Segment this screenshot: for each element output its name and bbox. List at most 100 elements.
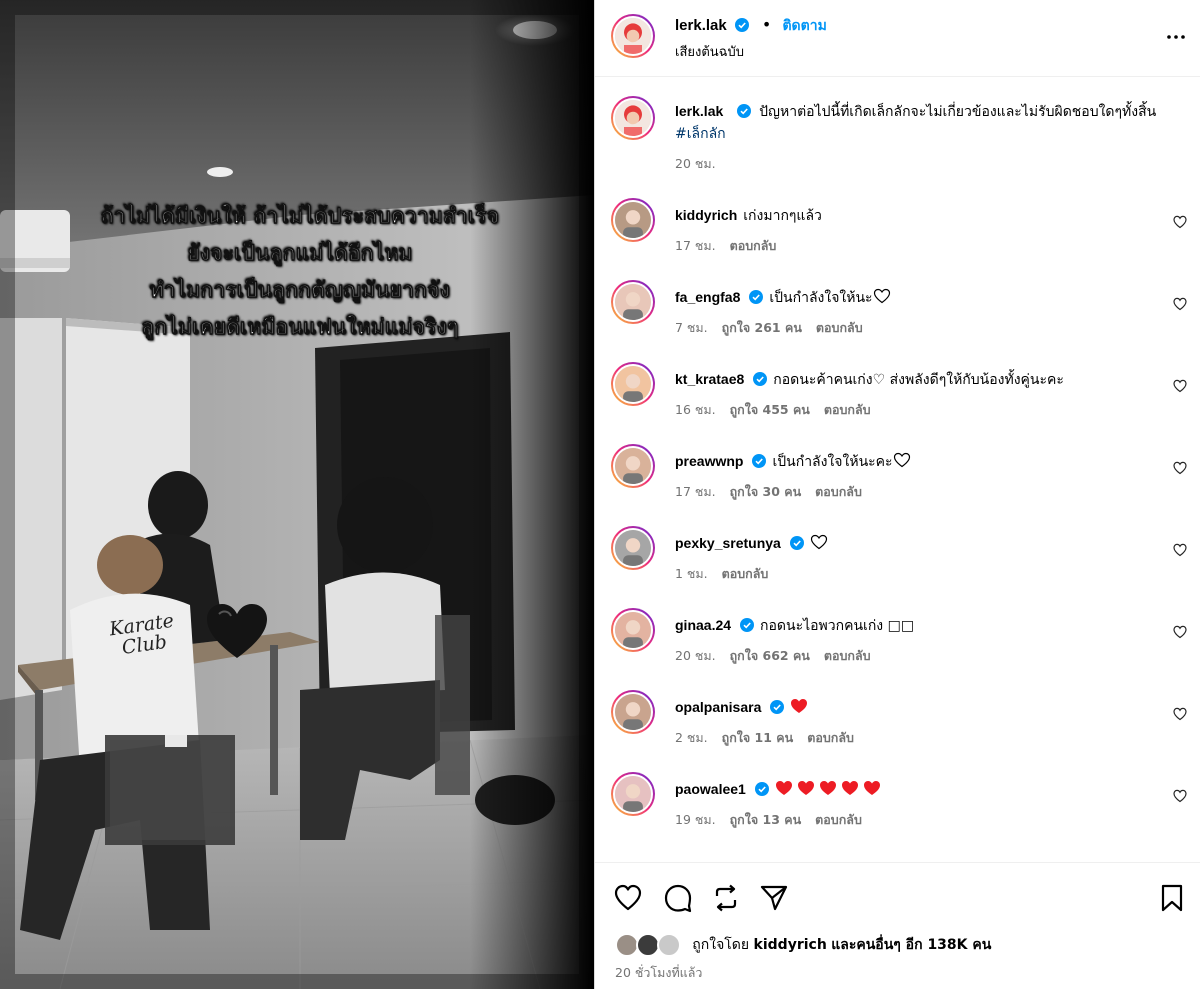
- red-heart-emoji: [841, 781, 858, 795]
- caption-text: ปัญหาต่อไปนี้ที่เกิดเล็กลักจะไม่เกี่ยวข้…: [759, 104, 1157, 120]
- reply-button[interactable]: ตอบกลับ: [824, 402, 871, 417]
- media-overlay-text: ถ้าไม่ได้มีเงินให้ ถ้าไม่ได้ประสบความสำเ…: [40, 198, 560, 346]
- verified-badge-icon: [749, 290, 764, 304]
- comment-likes[interactable]: ถูกใจ 11 คน: [722, 730, 794, 745]
- reply-button[interactable]: ตอบกลับ: [730, 238, 777, 253]
- separator-dot: •: [761, 15, 772, 34]
- verified-badge-icon: [789, 536, 804, 550]
- post-media[interactable]: ถ้าไม่ได้มีเงินให้ ถ้าไม่ได้ประสบความสำเ…: [0, 0, 594, 989]
- comment-like-icon[interactable]: [1173, 543, 1187, 557]
- commenter-username[interactable]: ginaa.24: [675, 617, 731, 633]
- reply-button[interactable]: ตอบกลับ: [816, 320, 863, 335]
- share-icon[interactable]: [759, 883, 789, 913]
- commenter-username[interactable]: kt_kratae8: [675, 371, 744, 387]
- comment-time: 7 ชม.: [675, 320, 708, 335]
- red-heart-emoji: [863, 781, 880, 795]
- likes-user[interactable]: kiddyrich: [754, 937, 827, 953]
- comment-meta: 17 ชม. ถูกใจ 30 คน ตอบกลับ: [675, 482, 876, 502]
- comment-body: kt_kratae8 กอดนะค้าคนเก่ง♡ ส่งพลังดีๆให้ก…: [675, 368, 1155, 391]
- comment-time: 2 ชม.: [675, 730, 708, 745]
- author-avatar[interactable]: [611, 14, 655, 58]
- caption-username[interactable]: lerk.lak: [675, 103, 723, 119]
- comment-meta: 19 ชม. ถูกใจ 13 คน ตอบกลับ: [675, 810, 876, 830]
- verified-badge-icon: [770, 700, 785, 714]
- commenter-username[interactable]: preawwnp: [675, 453, 743, 469]
- post-photo: [0, 0, 594, 989]
- comment-text: กอดนะไอพวกคนเก่ง □□: [760, 618, 915, 634]
- white-heart-emoji: [893, 452, 910, 468]
- comment-likes[interactable]: ถูกใจ 13 คน: [730, 812, 802, 827]
- comment-item: kt_kratae8 กอดนะค้าคนเก่ง♡ ส่งพลังดีๆให้ก…: [595, 362, 1200, 432]
- commenter-username[interactable]: paowalee1: [675, 781, 746, 797]
- commenter-avatar[interactable]: [611, 608, 655, 652]
- repost-icon[interactable]: [711, 883, 741, 913]
- commenter-username[interactable]: pexky_sretunya: [675, 535, 781, 551]
- comment-like-icon[interactable]: [1173, 625, 1187, 639]
- comment-body: opalpanisara: [675, 696, 1155, 719]
- comment-meta: 2 ชม. ถูกใจ 11 คน ตอบกลับ: [675, 728, 868, 748]
- post-header: lerk.lak • ติดตาม เสียงต้นฉบับ: [595, 0, 1200, 77]
- caption-hashtag[interactable]: #เล็กลัก: [675, 126, 726, 142]
- commenter-avatar[interactable]: [611, 362, 655, 406]
- comment-like-icon[interactable]: [1173, 461, 1187, 475]
- likes-others[interactable]: และคนอื่นๆ อีก 138K คน: [831, 937, 991, 953]
- author-username[interactable]: lerk.lak: [675, 17, 727, 34]
- audio-label[interactable]: เสียงต้นฉบับ: [675, 41, 744, 62]
- comment-likes[interactable]: ถูกใจ 30 คน: [730, 484, 802, 499]
- reply-button[interactable]: ตอบกลับ: [815, 484, 862, 499]
- comment-meta: 16 ชม. ถูกใจ 455 คน ตอบกลับ: [675, 400, 885, 420]
- likes-prefix: ถูกใจโดย: [692, 937, 750, 953]
- follow-button[interactable]: ติดตาม: [782, 18, 826, 34]
- commenter-avatar[interactable]: [611, 690, 655, 734]
- comment-item: paowalee1 19 ชม. ถูกใจ 13 คน ตอบกลับ: [595, 772, 1200, 842]
- red-heart-emoji: [791, 699, 808, 713]
- comment-body: fa_engfa8 เป็นกำลังใจให้นะ: [675, 286, 1155, 309]
- reply-button[interactable]: ตอบกลับ: [824, 648, 871, 663]
- likes-summary[interactable]: ถูกใจโดย kiddyrich และคนอื่นๆ อีก 138K ค…: [615, 933, 991, 959]
- verified-badge-icon: [740, 618, 755, 632]
- comment-likes[interactable]: ถูกใจ 261 คน: [722, 320, 802, 335]
- reply-button[interactable]: ตอบกลับ: [807, 730, 854, 745]
- black-heart-emoji: [207, 604, 267, 658]
- comment-item: preawwnp เป็นกำลังใจให้นะคะ 17 ชม. ถูกใจ 30…: [595, 444, 1200, 514]
- comment-body: pexky_sretunya: [675, 532, 1155, 555]
- overlay-line: ทำไมการเป็นลูกกตัญญูมันยากจัง: [149, 278, 451, 303]
- reply-button[interactable]: ตอบกลับ: [815, 812, 862, 827]
- comment-like-icon[interactable]: [1173, 215, 1187, 229]
- post-time-ago: 20 ชั่วโมงที่แล้ว: [615, 965, 703, 980]
- commenter-username[interactable]: opalpanisara: [675, 699, 761, 715]
- comments-list[interactable]: lerk.lak ปัญหาต่อไปนี้ที่เกิดเล็กลักจะไม…: [595, 78, 1200, 863]
- comment-item: fa_engfa8 เป็นกำลังใจให้นะ 7 ชม. ถูกใจ 261 …: [595, 280, 1200, 350]
- verified-badge-icon: [754, 782, 769, 796]
- commenter-username[interactable]: fa_engfa8: [675, 289, 740, 305]
- verified-badge-icon: [752, 454, 767, 468]
- like-icon[interactable]: [613, 883, 643, 913]
- caption-avatar[interactable]: [611, 96, 655, 140]
- commenter-avatar[interactable]: [611, 526, 655, 570]
- commenter-avatar[interactable]: [611, 198, 655, 242]
- comment-meta: 1 ชม. ตอบกลับ: [675, 564, 782, 584]
- commenter-avatar[interactable]: [611, 772, 655, 816]
- reply-button[interactable]: ตอบกลับ: [722, 566, 769, 581]
- caption-time: 20 ชม.: [675, 156, 716, 171]
- comment-likes[interactable]: ถูกใจ 455 คน: [730, 402, 810, 417]
- commenter-username[interactable]: kiddyrich: [675, 207, 737, 223]
- comment-item: pexky_sretunya 1 ชม. ตอบกลับ: [595, 526, 1200, 596]
- comment-time: 16 ชม.: [675, 402, 716, 417]
- comment-meta: 20 ชม. ถูกใจ 662 คน ตอบกลับ: [675, 646, 885, 666]
- comment-like-icon[interactable]: [1173, 789, 1187, 803]
- comment-text: เป็นกำลังใจให้นะ: [769, 290, 873, 306]
- comment-likes[interactable]: ถูกใจ 662 คน: [730, 648, 810, 663]
- post-panel: lerk.lak • ติดตาม เสียงต้นฉบับ lerk.lak …: [594, 0, 1200, 989]
- comment-icon[interactable]: [663, 883, 693, 913]
- red-heart-emoji: [819, 781, 836, 795]
- commenter-avatar[interactable]: [611, 444, 655, 488]
- more-options-icon[interactable]: [1165, 26, 1187, 48]
- comment-like-icon[interactable]: [1173, 707, 1187, 721]
- comment-like-icon[interactable]: [1173, 379, 1187, 393]
- save-icon[interactable]: [1157, 883, 1187, 913]
- commenter-avatar[interactable]: [611, 280, 655, 324]
- comment-item: kiddyrich เก่งมากๆแล้ว 17 ชม. ตอบกลับ: [595, 198, 1200, 268]
- comment-item: opalpanisara 2 ชม. ถูกใจ 11 คน ตอบกลับ: [595, 690, 1200, 760]
- comment-like-icon[interactable]: [1173, 297, 1187, 311]
